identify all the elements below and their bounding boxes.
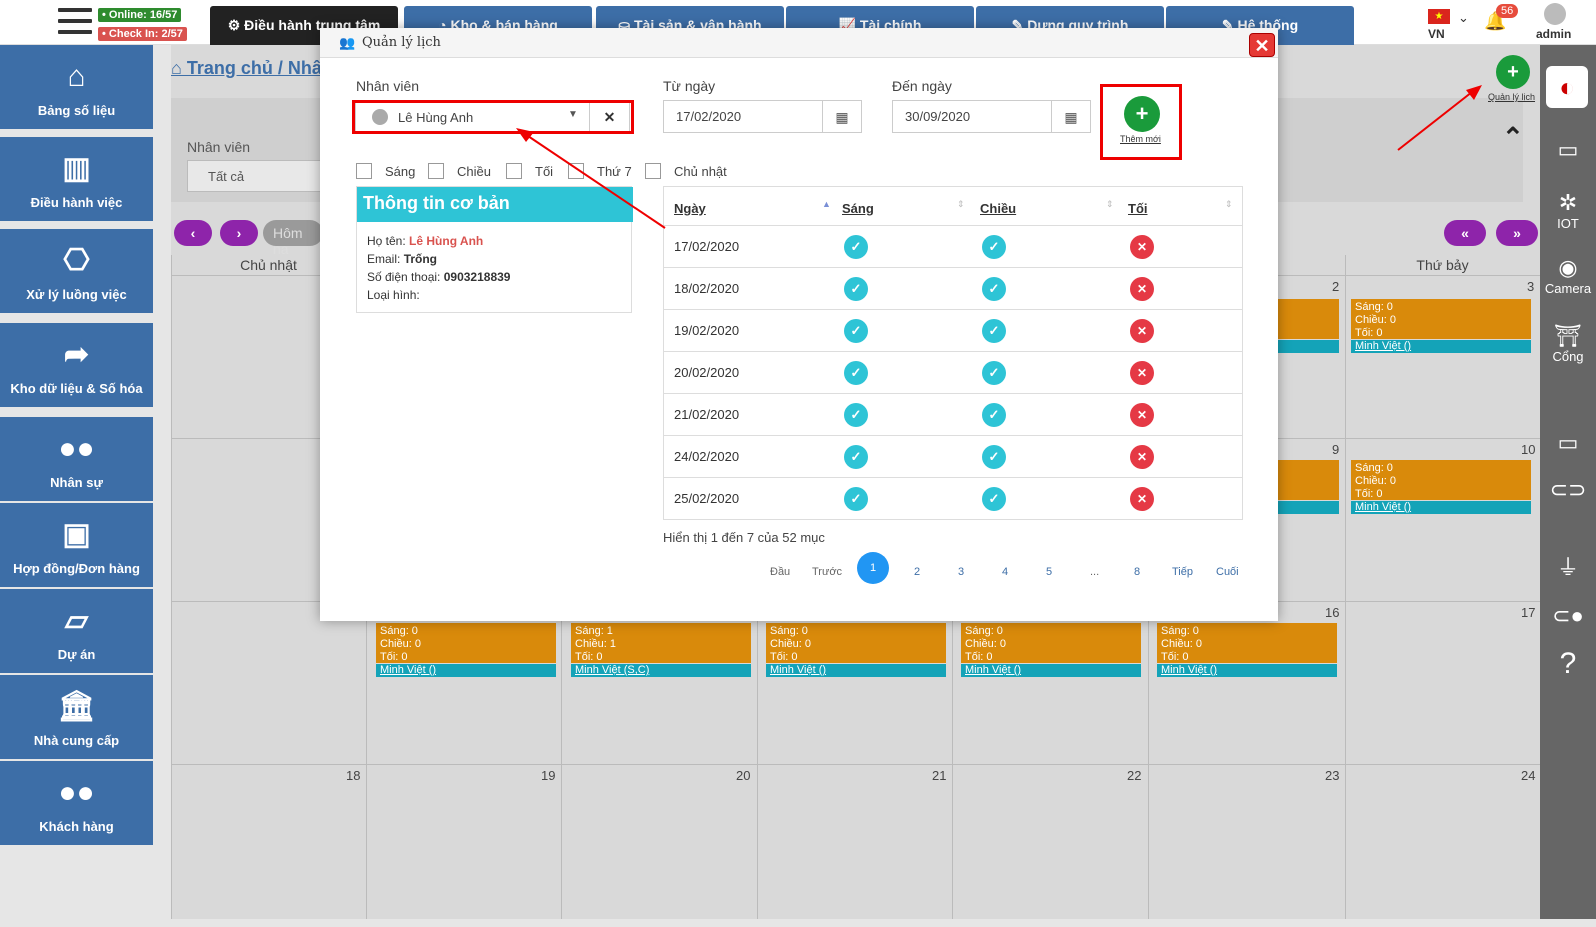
arrowhead — [1466, 85, 1482, 100]
arrowhead — [516, 128, 534, 142]
annotation-arrows — [516, 85, 1482, 229]
annotation-arrow — [527, 135, 666, 229]
annotation-arrow — [1397, 91, 1473, 151]
